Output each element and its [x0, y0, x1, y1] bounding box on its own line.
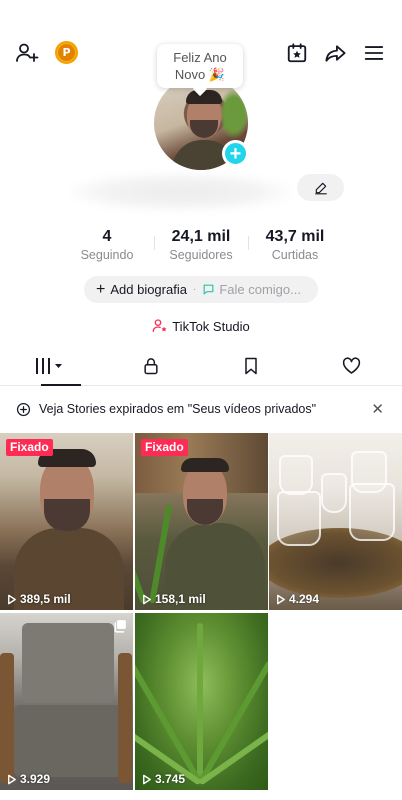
lock-icon — [144, 357, 158, 374]
play-icon — [8, 774, 16, 784]
video-thumbnail[interactable]: 4.294 — [269, 433, 402, 610]
pinned-badge: Fixado — [141, 439, 188, 456]
plus-icon: + — [96, 280, 106, 298]
edit-profile-button[interactable] — [297, 174, 344, 201]
view-count-value: 389,5 mil — [20, 592, 71, 606]
tab-videos[interactable] — [0, 346, 101, 386]
video-thumbnail[interactable]: 3.745 — [135, 613, 268, 790]
play-icon — [8, 594, 16, 604]
play-icon — [277, 594, 285, 604]
coin-icon[interactable]: P — [55, 41, 78, 64]
hamburger-menu-icon[interactable] — [361, 40, 387, 66]
play-icon — [143, 594, 151, 604]
share-arrow-icon[interactable] — [322, 40, 348, 66]
view-count-value: 3.745 — [155, 772, 186, 786]
expired-stories-notice[interactable]: Veja Stories expirados em "Seus vídeos p… — [0, 398, 402, 420]
video-thumbnail[interactable]: Fixado 158,1 mil — [135, 433, 268, 610]
story-plus-icon — [16, 402, 31, 416]
tiktok-studio-link[interactable]: TikTok Studio — [0, 316, 402, 336]
chat-bubble-icon — [203, 284, 214, 295]
blurred-username — [70, 173, 292, 211]
person-add-icon[interactable] — [14, 40, 40, 66]
stat-followers[interactable]: 24,1 mil Seguidores — [154, 228, 248, 264]
add-bio-label: Add biografia — [110, 282, 187, 297]
stat-label: Seguindo — [80, 248, 134, 262]
add-bio-button[interactable]: + Add biografia · Fale comigo... — [84, 276, 318, 303]
stat-value: 24,1 mil — [171, 228, 231, 245]
view-count-value: 3.929 — [20, 772, 51, 786]
stat-value: 4 — [102, 228, 112, 245]
note-text-line2: Novo 🎉 — [174, 67, 226, 82]
add-story-plus-icon[interactable]: + — [222, 140, 249, 167]
video-thumbnail[interactable]: Fixado 389,5 mil — [0, 433, 133, 610]
person-star-icon — [152, 319, 167, 332]
bookmark-icon — [245, 357, 257, 374]
coin-letter: P — [58, 44, 75, 61]
close-icon[interactable]: ✕ — [371, 400, 384, 418]
view-count: 4.294 — [275, 592, 319, 606]
play-icon — [143, 774, 151, 784]
pencil-icon — [314, 182, 327, 194]
tiktok-studio-label: TikTok Studio — [172, 318, 250, 334]
view-count-value: 4.294 — [289, 592, 320, 606]
tab-liked[interactable] — [302, 346, 402, 385]
notice-text: Veja Stories expirados em "Seus vídeos p… — [39, 402, 317, 416]
heart-icon — [343, 357, 361, 374]
stat-likes[interactable]: 43,7 mil Curtidas — [248, 228, 342, 264]
calendar-star-icon[interactable] — [284, 40, 310, 66]
view-count: 3.745 — [141, 772, 185, 786]
multiple-images-icon — [114, 620, 126, 633]
profile-stats: 4 Seguindo 24,1 mil Seguidores 43,7 mil … — [60, 228, 342, 264]
grid-bars-icon — [36, 357, 63, 374]
view-count-value: 158,1 mil — [155, 592, 206, 606]
stat-label: Curtidas — [271, 248, 319, 262]
view-count: 389,5 mil — [6, 592, 71, 606]
tab-saved[interactable] — [201, 346, 302, 385]
contact-message-label: Fale comigo... — [219, 282, 301, 297]
stat-value: 43,7 mil — [265, 228, 325, 245]
stat-label: Seguidores — [169, 248, 233, 262]
bio-separator: · — [192, 284, 197, 295]
note-bubble[interactable]: Feliz Ano Novo 🎉 — [157, 44, 243, 88]
pinned-badge: Fixado — [6, 439, 53, 456]
view-count: 158,1 mil — [141, 592, 206, 606]
view-count: 3.929 — [6, 772, 50, 786]
tab-private[interactable] — [101, 346, 202, 385]
profile-tabs — [0, 346, 402, 386]
video-thumbnail[interactable]: 3.929 — [0, 613, 133, 790]
note-text-line1: Feliz Ano — [173, 50, 227, 65]
stat-following[interactable]: 4 Seguindo — [60, 228, 154, 264]
